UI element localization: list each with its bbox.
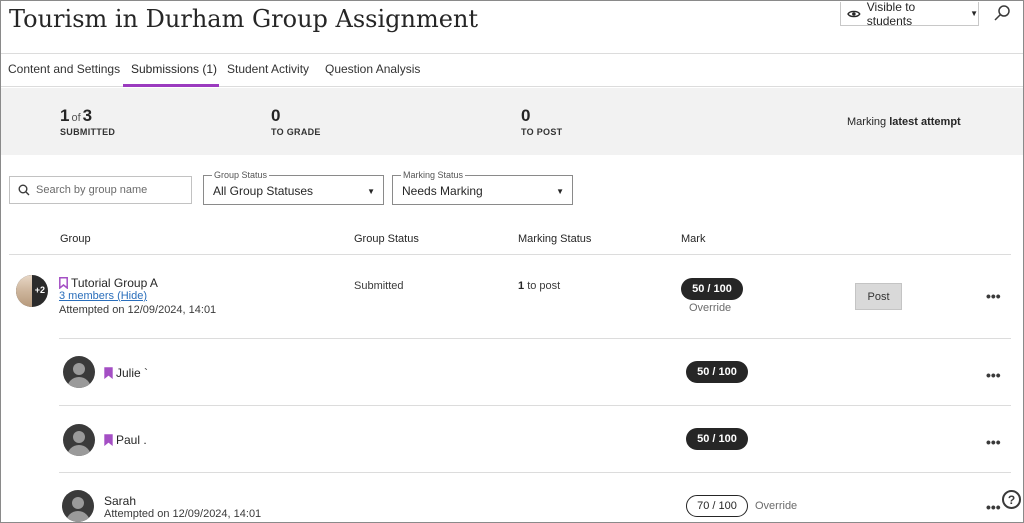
visibility-dropdown[interactable]: Visible to students ▼ (840, 0, 979, 28)
chevron-down-icon: ▼ (970, 9, 978, 18)
person-icon (72, 497, 84, 509)
marking-suffix: to post (527, 280, 561, 292)
to-post-count: 0 (521, 106, 531, 125)
post-button[interactable]: Post (855, 283, 902, 310)
chevron-down-icon: ▼ (556, 187, 564, 196)
search-people-icon[interactable] (992, 4, 1012, 24)
page-frame: Tourism in Durham Group Assignment Visib… (0, 0, 1024, 523)
search-input[interactable] (36, 184, 186, 196)
eye-icon (847, 10, 861, 17)
group-avatar: +2 (16, 275, 48, 307)
row-divider (59, 472, 1011, 473)
member-name: Sarah (104, 494, 136, 508)
group-name: Tutorial Group A (59, 276, 158, 290)
submitted-stat: 1 of 3 SUBMITTED (60, 106, 115, 137)
group-search-box[interactable] (9, 176, 192, 204)
column-header-mark[interactable]: Mark (681, 233, 705, 245)
member-mark-pill[interactable]: 50 / 100 (686, 428, 748, 450)
avatar-extra-count: +2 (34, 285, 45, 295)
member-attempted-date: Attempted on 12/09/2024, 14:01 (104, 508, 262, 520)
avatar (63, 424, 95, 456)
submitted-count: 1 (60, 106, 70, 125)
member-mark-pill[interactable]: 50 / 100 (686, 361, 748, 383)
marking-status-value: Needs Marking (402, 184, 483, 198)
bookmark-icon (104, 434, 113, 446)
to-grade-count: 0 (271, 106, 281, 125)
column-header-marking-status[interactable]: Marking Status (518, 233, 591, 245)
row-divider (59, 338, 1011, 339)
search-icon (18, 184, 30, 196)
help-icon[interactable]: ? (1002, 490, 1021, 509)
header-divider (9, 254, 1011, 255)
member-name: Julie ` (104, 366, 148, 380)
marking-prefix: Marking (847, 116, 887, 128)
member-name-text[interactable]: Paul . (116, 433, 147, 447)
member-name-text[interactable]: Julie ` (116, 366, 148, 380)
to-post-stat: 0 TO POST (521, 106, 562, 137)
summary-band: 1 of 3 SUBMITTED 0 TO GRADE 0 TO POST Mark… (1, 88, 1023, 155)
avatar (62, 490, 94, 522)
submitted-total: 3 (82, 106, 93, 125)
marking-status-select[interactable]: Marking Status Needs Marking ▼ (392, 170, 573, 205)
person-icon (73, 431, 85, 443)
tab-bar: Content and Settings Submissions (1) Stu… (1, 53, 1023, 87)
to-post-caption: TO POST (521, 127, 563, 137)
group-mark-pill[interactable]: 50 / 100 (681, 278, 743, 300)
row-divider (59, 405, 1011, 406)
avatar (63, 356, 95, 388)
group-status-label: Group Status (212, 170, 270, 180)
group-attempted-date: Attempted on 12/09/2024, 14:01 (59, 304, 217, 316)
marking-count: 1 (518, 280, 525, 292)
tab-student-activity[interactable]: Student Activity (227, 62, 309, 76)
group-more-options[interactable]: ••• (986, 289, 1001, 303)
marking-status-cell: 1 to post (518, 280, 560, 292)
to-grade-caption: TO GRADE (271, 127, 321, 137)
tab-content-settings[interactable]: Content and Settings (8, 62, 120, 76)
group-status-cell: Submitted (354, 280, 404, 292)
marking-status-label: Marking Status (401, 170, 466, 180)
group-override-label: Override (689, 302, 732, 314)
active-tab-indicator (123, 84, 219, 87)
members-toggle-link[interactable]: 3 members (Hide) (59, 290, 147, 302)
member-photo (16, 275, 32, 307)
marking-attempt-setting[interactable]: Marking latest attempt (847, 116, 961, 128)
column-header-group[interactable]: Group (60, 233, 91, 245)
to-grade-stat: 0 TO GRADE (271, 106, 321, 137)
visibility-label: Visible to students (866, 0, 916, 28)
member-override-label: Override (755, 500, 798, 512)
page-title: Tourism in Durham Group Assignment (9, 5, 479, 33)
group-status-value: All Group Statuses (213, 184, 314, 198)
submitted-caption: SUBMITTED (60, 127, 116, 137)
tab-submissions[interactable]: Submissions (1) (131, 62, 217, 76)
member-more-options[interactable]: ••• (986, 368, 1001, 382)
member-mark-pill[interactable]: 70 / 100 (686, 495, 748, 517)
bookmark-icon (59, 277, 68, 289)
group-name-text[interactable]: Tutorial Group A (71, 276, 158, 290)
group-status-select[interactable]: Group Status All Group Statuses ▼ (203, 170, 384, 205)
member-name-text[interactable]: Sarah (104, 494, 136, 508)
member-name: Paul . (104, 433, 147, 447)
of-word: of (71, 112, 81, 124)
person-icon (73, 363, 85, 375)
bookmark-icon (104, 367, 113, 379)
column-header-group-status[interactable]: Group Status (354, 233, 419, 245)
member-more-options[interactable]: ••• (986, 500, 1001, 514)
marking-value: latest attempt (889, 116, 961, 128)
member-more-options[interactable]: ••• (986, 435, 1001, 449)
tab-question-analysis[interactable]: Question Analysis (325, 62, 420, 76)
chevron-down-icon: ▼ (367, 187, 375, 196)
